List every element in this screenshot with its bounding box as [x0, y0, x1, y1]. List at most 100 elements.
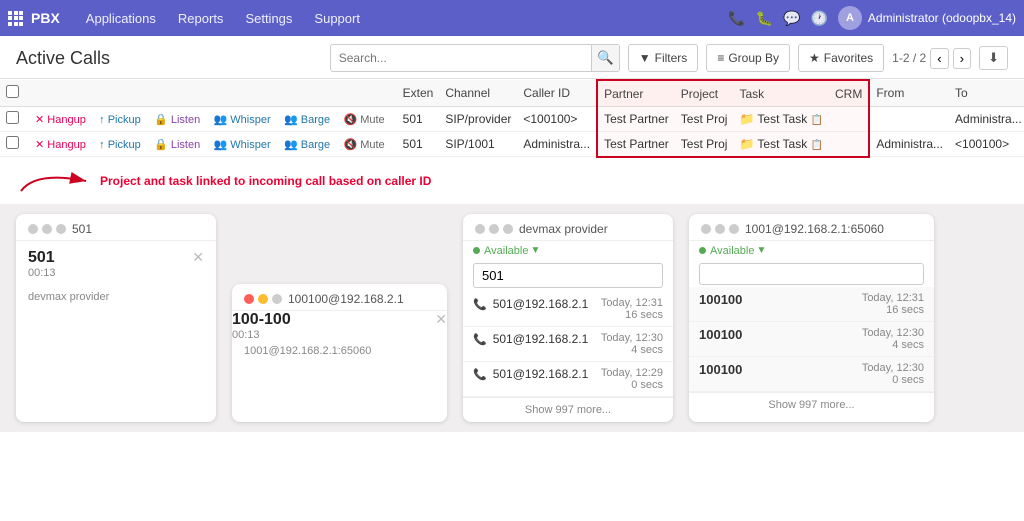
row1-callerid: <100100>: [517, 107, 597, 132]
tl-yellow-1: [258, 294, 268, 304]
filters-button[interactable]: ▼ Filters: [628, 44, 699, 72]
nav-applications[interactable]: Applications: [76, 7, 166, 30]
call-provider-501: devmax provider: [16, 287, 216, 311]
row1-channel: SIP/provider: [439, 107, 517, 132]
phone-card-501: 501 501 ✕ 00:13 devmax provider: [16, 214, 216, 422]
search-button[interactable]: 🔍: [591, 44, 619, 72]
grid-icon: [8, 11, 23, 26]
col-from: From: [869, 80, 949, 107]
phone-icon-3: 📞: [473, 368, 487, 381]
row1-task: 📁Test Task 📋: [733, 107, 829, 132]
dialer-status: Available ▼: [484, 245, 540, 257]
col-channel: Channel: [439, 80, 517, 107]
whisper-button-1[interactable]: 👥 Whisper: [210, 112, 275, 127]
hist-time-1: Today, 12:31: [601, 297, 663, 309]
tl-gray-2: [42, 224, 52, 234]
row1-exten: 501: [397, 107, 440, 132]
right-panel: 1001@192.168.2.1:65060 Available ▼ 10010…: [689, 214, 934, 422]
nav-support[interactable]: Support: [304, 7, 370, 30]
dialer-traffic-lights: [475, 224, 513, 234]
right-status: Available ▼: [710, 245, 766, 257]
mute-button-2[interactable]: 🔇 Mute: [339, 137, 388, 152]
right-dur-2: 4 secs: [862, 339, 924, 351]
pager: 1-2 / 2 ‹ ›: [892, 48, 971, 69]
listen-button-2[interactable]: 🔒 Listen: [150, 137, 204, 152]
row1-crm: [829, 107, 869, 132]
close-button-100100[interactable]: ✕: [435, 311, 447, 328]
call-duration-501: 00:13: [28, 267, 204, 279]
tl-d3: [503, 224, 513, 234]
nav-icons: 📞 🐛 💬 🕐 A Administrator (odoopbx_14): [728, 6, 1016, 30]
right-traffic-lights: [701, 224, 739, 234]
row2-project: Test Proj: [675, 132, 734, 157]
right-number-3: 100100: [699, 362, 742, 377]
tl-d2: [489, 224, 499, 234]
col-callerid: Caller ID: [517, 80, 597, 107]
hangup-button-1[interactable]: ✕ Hangup: [31, 112, 90, 127]
card-title-100100: 100100@192.168.2.1: [288, 292, 404, 306]
mute-button-1[interactable]: 🔇 Mute: [339, 112, 388, 127]
clock-icon[interactable]: 🕐: [810, 10, 827, 27]
col-exten: Exten: [397, 80, 440, 107]
right-panel-title: 1001@192.168.2.1:65060: [745, 222, 884, 236]
hangup-button-2[interactable]: ✕ Hangup: [31, 137, 90, 152]
hist-dur-3: 0 secs: [601, 379, 663, 391]
user-badge[interactable]: A Administrator (odoopbx_14): [838, 6, 1016, 30]
avatar: A: [838, 6, 862, 30]
pickup-button-2[interactable]: ↑ Pickup: [95, 138, 145, 152]
tl-gray-3: [56, 224, 66, 234]
listen-button-1[interactable]: 🔒 Listen: [150, 112, 204, 127]
col-checkbox: [0, 80, 25, 107]
call-number-100100: 100-100: [232, 311, 291, 328]
right-status-row: Available ▼: [689, 241, 934, 259]
col-project: Project: [675, 80, 734, 107]
phone-icon-2: 📞: [473, 333, 487, 346]
row1-project: Test Proj: [675, 107, 734, 132]
history-item-2: 📞 501@192.168.2.1 Today, 12:30 4 secs: [463, 327, 673, 362]
row2-to: <100100>: [949, 132, 1024, 157]
col-task: Task: [733, 80, 829, 107]
row2-from: Administra...: [869, 132, 949, 157]
dialer-show-more[interactable]: Show 997 more...: [463, 397, 673, 422]
tl-r3: [729, 224, 739, 234]
pickup-button-1[interactable]: ↑ Pickup: [95, 113, 145, 127]
col-actions: [25, 80, 397, 107]
select-all-checkbox[interactable]: [6, 85, 19, 98]
pager-text: 1-2 / 2: [892, 51, 926, 65]
hist-dur-2: 4 secs: [601, 344, 663, 356]
phone-icon[interactable]: 📞: [728, 10, 745, 27]
tl-gray-100100: [272, 294, 282, 304]
nav-reports[interactable]: Reports: [168, 7, 234, 30]
calls-table: Exten Channel Caller ID Partner Project …: [0, 79, 1024, 158]
right-number-2: 100100: [699, 327, 742, 342]
dialer-input[interactable]: [473, 263, 663, 288]
nav-settings[interactable]: Settings: [235, 7, 302, 30]
main-area: Active Calls 🔍 ▼ Filters ≡ Group By ★ Fa…: [0, 36, 1024, 521]
right-number-1: 100100: [699, 292, 742, 307]
page-title: Active Calls: [16, 48, 110, 69]
bug-icon[interactable]: 🐛: [756, 10, 773, 27]
row2-checkbox: [0, 132, 25, 157]
prev-page-button[interactable]: ‹: [930, 48, 948, 69]
right-show-more[interactable]: Show 997 more...: [689, 392, 934, 417]
whisper-button-2[interactable]: 👥 Whisper: [210, 137, 275, 152]
search-input[interactable]: [331, 51, 591, 65]
right-history-item-2: 100100 Today, 12:30 4 secs: [689, 322, 934, 357]
call-number-501: 501: [28, 249, 55, 266]
table-row: ✕ Hangup ↑ Pickup 🔒 Listen 👥 Whisper 👥 B…: [0, 107, 1024, 132]
barge-button-2[interactable]: 👥 Barge: [280, 137, 334, 152]
next-page-button[interactable]: ›: [953, 48, 971, 69]
hist-time-3: Today, 12:29: [601, 367, 663, 379]
close-button-501[interactable]: ✕: [192, 249, 204, 266]
row1-to: Administra...: [949, 107, 1024, 132]
barge-button-1[interactable]: 👥 Barge: [280, 112, 334, 127]
brand[interactable]: PBX: [8, 10, 60, 26]
navbar: PBX Applications Reports Settings Suppor…: [0, 0, 1024, 36]
favorites-button[interactable]: ★ Favorites: [798, 44, 884, 72]
groupby-button[interactable]: ≡ Group By: [706, 44, 790, 72]
filter-icon: ▼: [639, 51, 651, 65]
chat-icon[interactable]: 💬: [783, 10, 800, 27]
hist-dur-1: 16 secs: [601, 309, 663, 321]
col-to: To: [949, 80, 1024, 107]
download-button[interactable]: ⬇: [979, 46, 1008, 70]
